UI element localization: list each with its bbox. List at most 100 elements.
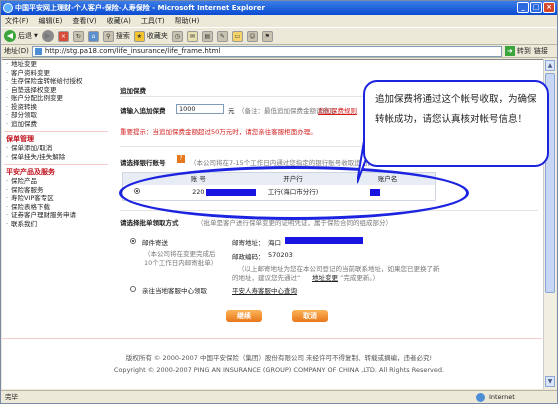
favorites-label: 收藏夹	[146, 32, 168, 40]
menu-view[interactable]: 查看(V)	[72, 15, 96, 27]
address-label: 地址(D)	[4, 47, 29, 55]
back-label: 后退	[18, 32, 32, 40]
nav-item[interactable]: 证券客户理财服务申请	[4, 211, 112, 220]
search-icon: ⚲	[102, 30, 114, 42]
messenger-icon[interactable]: ☺	[246, 30, 258, 42]
minimize-button[interactable]: _	[517, 2, 529, 13]
status-text: 完毕	[5, 393, 18, 401]
footer: 版权所有 © 2000-2007 中国平安保险（集团）股份有限公司 未经许可不得…	[2, 352, 556, 374]
amount-input[interactable]: 1000	[176, 104, 224, 114]
warning-text: 重要提示：当追加保费金额超过50万元时，请您亲往客服柜面办理。	[120, 128, 317, 136]
address-bar: 地址(D) http://stg.pa18.com/life_insurance…	[1, 45, 557, 58]
chevron-down-icon: ▼	[34, 33, 38, 39]
mail-option-label: 邮件寄送	[142, 239, 168, 247]
section-title: 追加保费	[120, 87, 146, 95]
menu-help[interactable]: 帮助(H)	[175, 15, 200, 27]
print-icon[interactable]: ▤	[201, 30, 213, 42]
mail-icon[interactable]: ✉	[186, 30, 198, 42]
maximize-button[interactable]: □	[530, 2, 542, 13]
nav-item[interactable]: 投资转换	[4, 103, 112, 112]
continue-button[interactable]: 继续	[226, 310, 262, 322]
search-label: 搜索	[115, 32, 130, 40]
amount-unit: 元	[228, 107, 235, 115]
security-zone: Internet	[489, 393, 515, 401]
copyright-cn: 版权所有 © 2000-2007 中国平安保险（集团）股份有限公司 未经许可不得…	[125, 354, 433, 362]
nav-item[interactable]: 部分领取	[4, 111, 112, 120]
mail-address-value: 海口	[268, 239, 281, 247]
mail-zip-value: 570203	[268, 251, 293, 259]
nav-item[interactable]: 保险客服务	[4, 186, 112, 195]
menu-file[interactable]: 文件(F)	[5, 15, 29, 27]
mail-tip-3: ”完成更新。）	[340, 274, 380, 282]
callout-text: 追加保费将通过这个帐号收取，为确保转帐成功，请您认真核对帐号信息！	[375, 94, 537, 125]
counter-option-label: 亲往当地客服中心领取	[142, 287, 207, 295]
menu-edit[interactable]: 编辑(E)	[39, 15, 63, 27]
menu-tools[interactable]: 工具(T)	[141, 15, 165, 27]
nav-item[interactable]: 保险表格下载	[4, 203, 112, 212]
bank-account-label: 请选择银行账号	[120, 159, 166, 167]
help-icon[interactable]: ?	[177, 155, 185, 163]
mail-radio[interactable]	[130, 238, 136, 244]
go-arrow-icon: ➜	[504, 46, 515, 56]
back-button[interactable]: ◀ 后退 ▼	[4, 30, 38, 42]
nav-item[interactable]: 追加保费	[4, 120, 112, 129]
address-change-link[interactable]: 地址变更	[312, 272, 338, 282]
scroll-down-icon[interactable]: ▼	[545, 376, 555, 387]
url-input[interactable]: http://stg.pa18.com/life_insurance/life_…	[31, 45, 502, 57]
premium-rules-link[interactable]: 追加保费规则	[318, 105, 357, 115]
amount-label: 请输入追加保费	[120, 107, 166, 115]
counter-radio[interactable]	[130, 286, 136, 292]
nav-item[interactable]: 地址变更	[4, 60, 112, 69]
status-bar: 完毕 Internet	[1, 390, 557, 403]
nav-item[interactable]: 客户资料变更	[4, 69, 112, 78]
nav-list-policy: 保单添加/取消 保单挂失/挂失解除	[4, 144, 112, 161]
divider	[4, 164, 108, 165]
mail-zip-label: 邮政编码：	[232, 253, 265, 261]
links-label[interactable]: 链接	[534, 46, 548, 56]
nav-item[interactable]: 自垫选择权变更	[4, 86, 112, 95]
nav-item[interactable]: 寿险VIP客专区	[4, 194, 112, 203]
back-arrow-icon: ◀	[4, 30, 16, 42]
research-icon[interactable]: ⚑	[261, 30, 273, 42]
history-icon[interactable]: ◷	[171, 30, 183, 42]
search-button[interactable]: ⚲ 搜索	[102, 30, 130, 42]
mail-detail-2: 10个工作日内邮寄批单）	[144, 259, 218, 267]
globe-icon	[476, 393, 485, 402]
mail-address-label: 邮寄地址：	[232, 239, 265, 247]
ie-logo-icon	[3, 3, 13, 13]
menu-favorites[interactable]: 收藏(A)	[107, 15, 131, 27]
redaction-bar	[285, 237, 363, 244]
annotation-callout: 追加保费将通过这个帐号收取，为确保转帐成功，请您认真核对帐号信息！	[363, 80, 549, 167]
left-navigation: 地址变更 客户资料变更 生存保险金转帐给付授权 自垫选择权变更 账户分配比例变更…	[4, 60, 112, 389]
star-icon: ★	[133, 30, 145, 42]
title-bar: 中国平安网上理财-个人客户-保险-人寿保险 - Microsoft Intern…	[1, 1, 557, 15]
refresh-icon[interactable]: ↻	[72, 30, 84, 42]
stop-icon[interactable]: ×	[57, 30, 69, 42]
nav-group-title: 平安产品及服务	[6, 168, 55, 176]
close-button[interactable]: ×	[543, 2, 555, 13]
copyright-en: Copyright © 2000-2007 PING AN INSURANCE …	[113, 366, 445, 374]
nav-list-service: 地址变更 客户资料变更 生存保险金转帐给付授权 自垫选择权变更 账户分配比例变更…	[4, 60, 112, 128]
mail-tip-2: 的地址，建议您先通过“	[232, 274, 301, 282]
nav-group-title: 保单管理	[6, 135, 34, 143]
nav-item[interactable]: 保险产品	[4, 177, 112, 186]
window-title: 中国平安网上理财-个人客户-保险-人寿保险 - Microsoft Intern…	[15, 4, 265, 12]
nav-list-products: 保险产品 保险客服务 寿险VIP客专区 保险表格下载 证券客户理财服务申请 联系…	[4, 177, 112, 228]
nav-item[interactable]: 生存保险金转帐给付授权	[4, 77, 112, 86]
edit-icon[interactable]: ✎	[216, 30, 228, 42]
folder-icon[interactable]: ▭	[231, 30, 243, 42]
favorites-button[interactable]: ★ 收藏夹	[133, 30, 168, 42]
home-icon[interactable]: ⌂	[87, 30, 99, 42]
service-center-link[interactable]: 平安人寿客服中心查询	[232, 285, 297, 295]
toolbar: ◀ 后退 ▼ ▶ × ↻ ⌂ ⚲ 搜索 ★ 收藏夹 ◷ ✉ ▤ ✎ ▭ ☺ ⚑	[1, 27, 557, 45]
nav-item[interactable]: 联系我们	[4, 220, 112, 229]
nav-item[interactable]: 保单添加/取消	[4, 144, 112, 153]
scroll-up-icon[interactable]: ▲	[545, 60, 555, 71]
cancel-button[interactable]: 取消	[292, 310, 328, 322]
nav-item[interactable]: 保单挂失/挂失解除	[4, 153, 112, 162]
go-label: 转到	[516, 47, 531, 55]
menu-bar: 文件(F) 编辑(E) 查看(V) 收藏(A) 工具(T) 帮助(H)	[1, 15, 557, 27]
nav-item[interactable]: 账户分配比例变更	[4, 94, 112, 103]
forward-button[interactable]: ▶	[41, 30, 54, 42]
go-button[interactable]: ➜ 转到	[504, 46, 531, 56]
